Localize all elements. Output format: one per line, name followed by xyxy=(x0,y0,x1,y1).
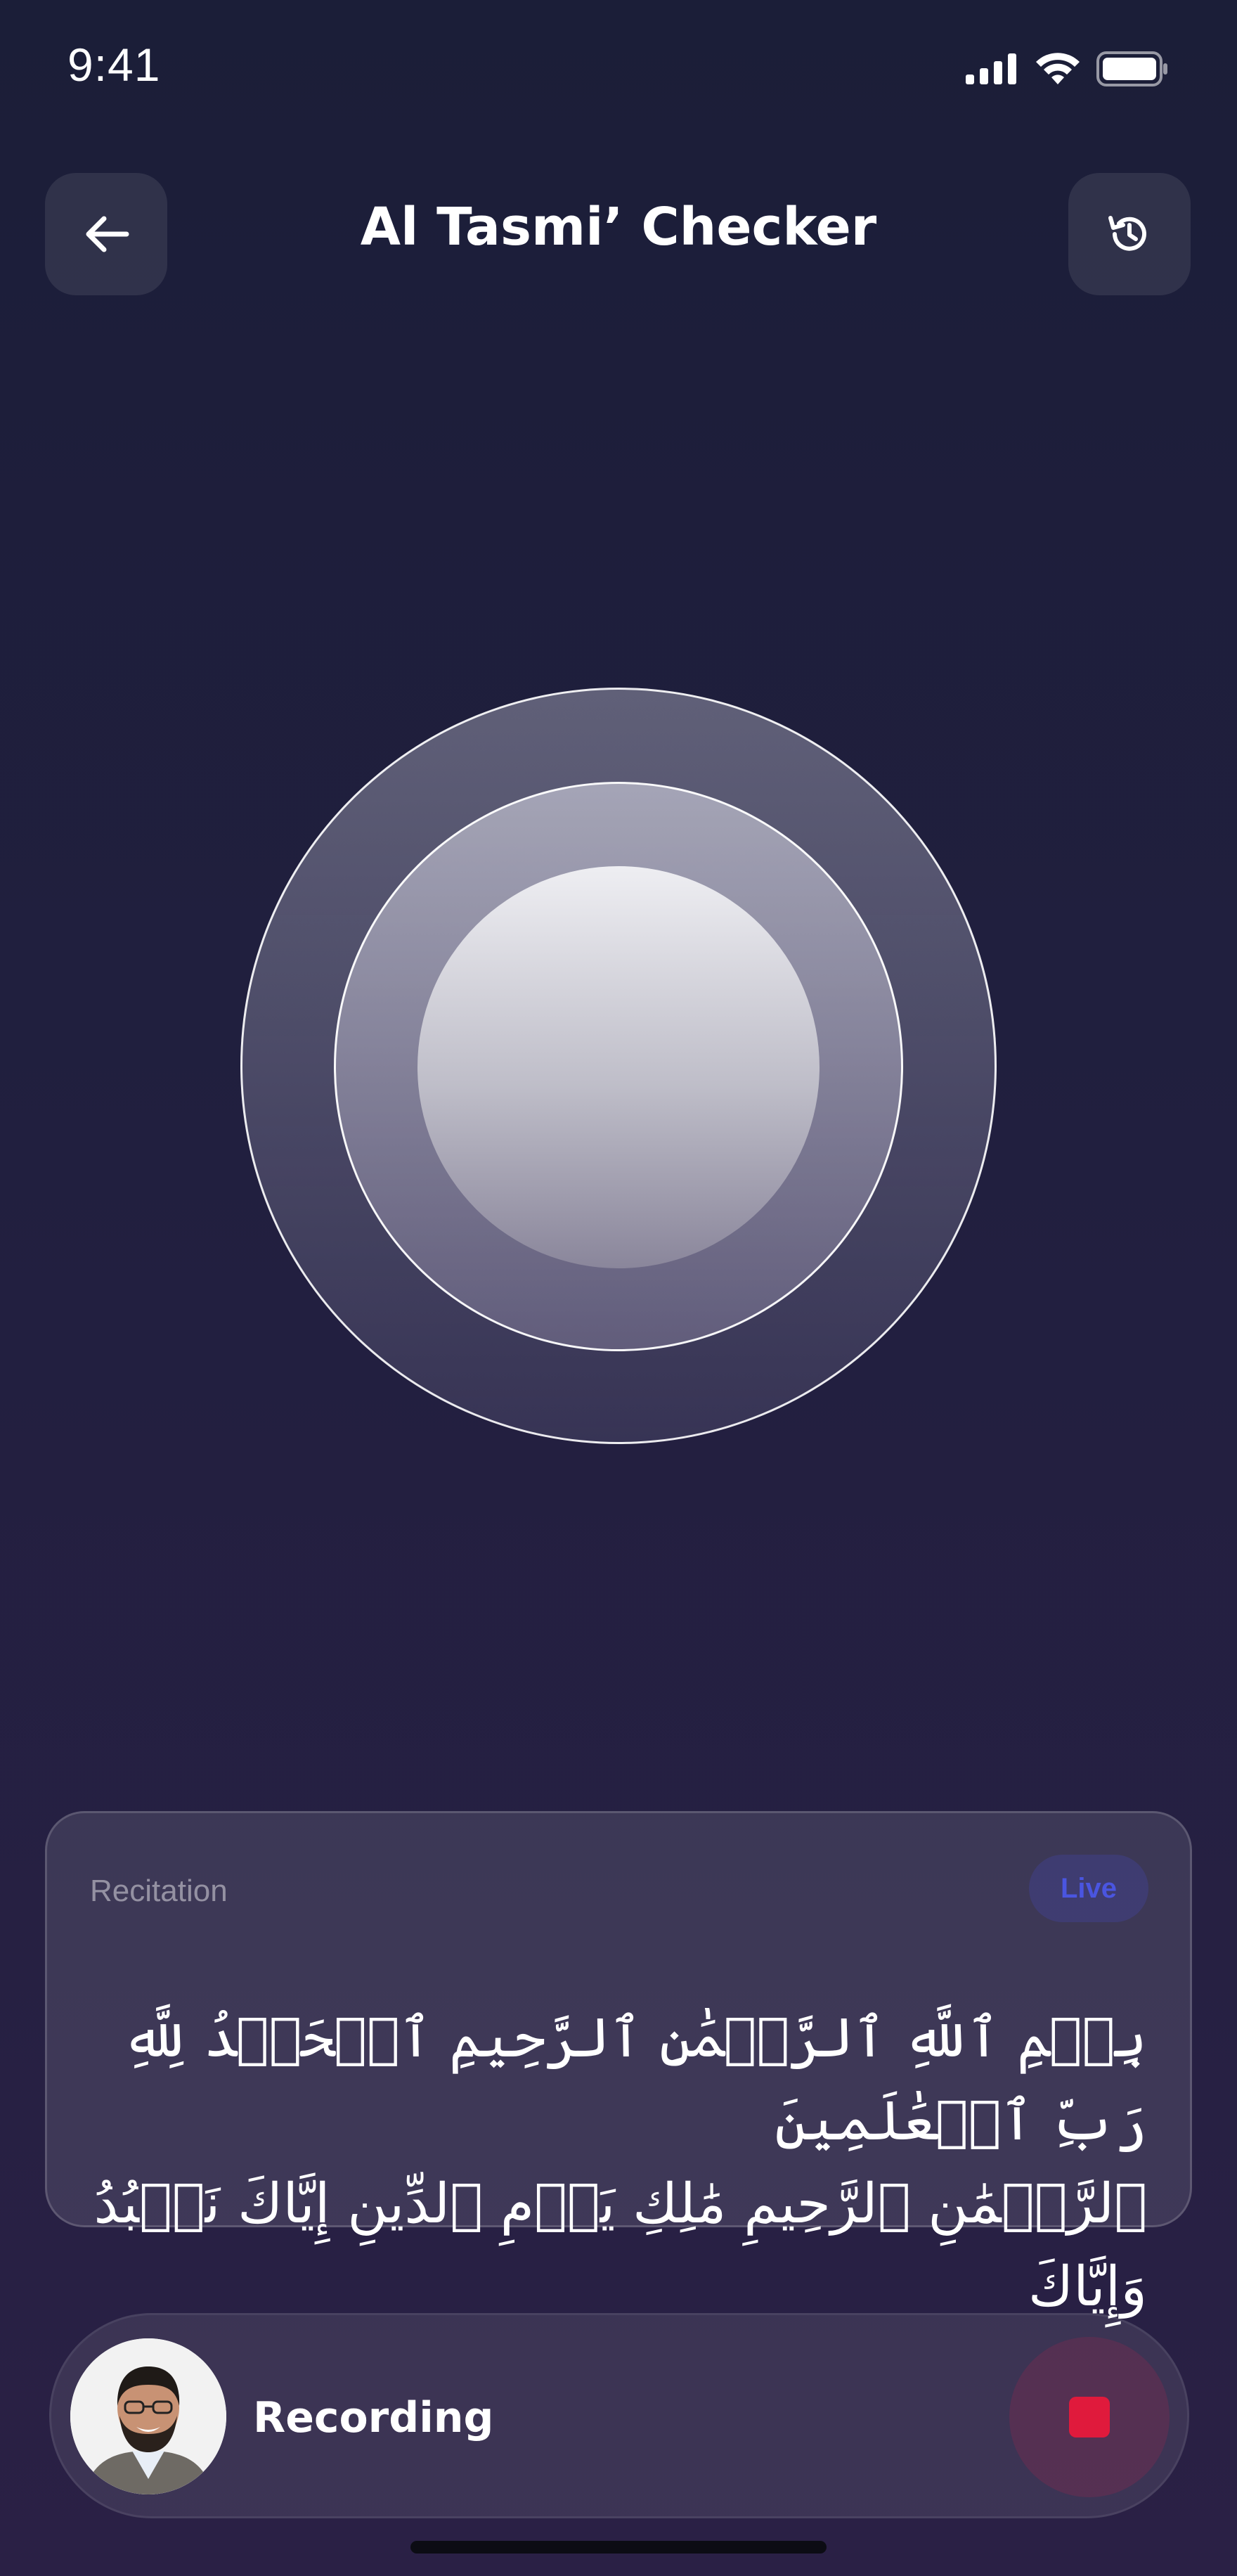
cellular-signal-icon xyxy=(966,53,1016,84)
history-button[interactable] xyxy=(1068,173,1191,295)
battery-icon xyxy=(1096,51,1167,86)
audio-waveform xyxy=(550,2367,1013,2464)
recitation-text: بِسۡمِ ٱللَّهِ ٱلرَّحۡمَٰنِ ٱلرَّحِيمِ ٱ… xyxy=(90,1997,1147,2329)
history-icon xyxy=(1108,216,1146,251)
stop-icon xyxy=(1069,2397,1110,2437)
user-avatar xyxy=(70,2338,226,2494)
status-icons xyxy=(966,49,1170,89)
wifi-icon xyxy=(1036,53,1080,84)
home-indicator xyxy=(410,2541,827,2554)
recitation-line: بِسۡمِ ٱللَّهِ ٱلرَّحۡمَٰنِ ٱلرَّحِيمِ ٱ… xyxy=(122,2007,1147,2153)
status-time: 9:41 xyxy=(67,39,161,91)
stop-button[interactable] xyxy=(1009,2337,1170,2497)
recording-label: Recording xyxy=(253,2393,494,2442)
record-orb-button[interactable] xyxy=(417,866,820,1268)
page-title: Al Tasmi’ Checker xyxy=(360,197,877,257)
recitation-line: ٱلرَّحۡمَٰنِ ٱلرَّحِيمِ مَٰلِكِ يَوۡمِ ٱ… xyxy=(93,2172,1147,2319)
live-badge: Live xyxy=(1029,1855,1148,1922)
recitation-label: Recitation xyxy=(90,1874,228,1908)
